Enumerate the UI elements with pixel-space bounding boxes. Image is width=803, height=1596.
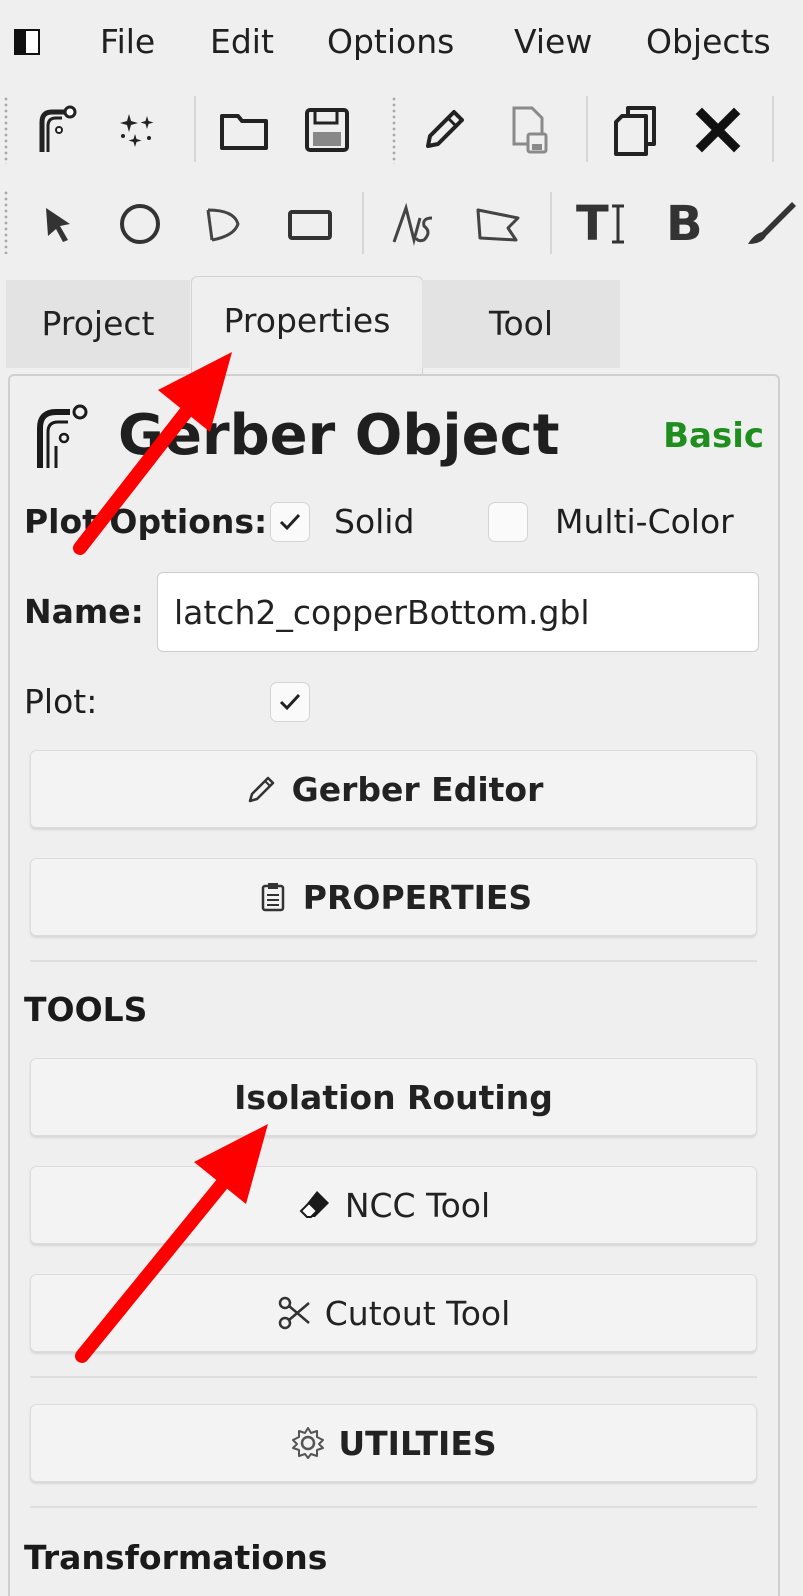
tools-heading: TOOLS bbox=[24, 990, 148, 1029]
menu-objects[interactable]: Objects bbox=[646, 22, 771, 62]
utilities-button[interactable]: UTILTIES bbox=[30, 1404, 757, 1482]
notebook-tabs: Project Properties Tool bbox=[0, 276, 803, 375]
properties-button[interactable]: PROPERTIES bbox=[30, 858, 757, 936]
save-icon[interactable] bbox=[297, 100, 357, 160]
open-folder-icon[interactable] bbox=[214, 100, 274, 160]
path-icon[interactable] bbox=[384, 194, 444, 254]
ncc-tool-button[interactable]: NCC Tool bbox=[30, 1166, 757, 1244]
menu-file[interactable]: File bbox=[100, 22, 155, 62]
transformations-heading[interactable]: Transformations bbox=[24, 1536, 327, 1580]
select-arrow-icon[interactable] bbox=[30, 194, 90, 254]
toolbar-separator bbox=[772, 96, 774, 162]
toolbar-grip[interactable] bbox=[4, 96, 8, 164]
bold-icon[interactable]: B bbox=[658, 194, 718, 254]
utilities-label: UTILTIES bbox=[338, 1423, 497, 1463]
app-icon bbox=[14, 29, 40, 55]
isolation-routing-button[interactable]: Isolation Routing bbox=[30, 1058, 757, 1136]
solid-checkbox[interactable] bbox=[270, 502, 310, 542]
paint-icon[interactable] bbox=[740, 194, 800, 254]
name-label: Name: bbox=[24, 592, 144, 631]
cutout-tool-label: Cutout Tool bbox=[324, 1293, 511, 1333]
section-divider bbox=[30, 960, 757, 962]
new-geometry-icon[interactable] bbox=[105, 100, 165, 160]
text-icon[interactable]: T bbox=[572, 194, 632, 254]
app-level-label[interactable]: Basic bbox=[663, 414, 764, 458]
polygon-icon[interactable] bbox=[468, 194, 528, 254]
menu-bar: File Edit Options View Objects bbox=[0, 0, 803, 82]
menu-view[interactable]: View bbox=[514, 22, 592, 62]
tab-tool[interactable]: Tool bbox=[422, 280, 620, 368]
delete-icon[interactable] bbox=[688, 100, 748, 160]
gear-icon bbox=[290, 1425, 326, 1461]
toolbar-file bbox=[0, 82, 803, 178]
scissors-icon bbox=[277, 1295, 313, 1331]
new-gerber-icon[interactable] bbox=[28, 100, 88, 160]
toolbar-draw: T B bbox=[0, 178, 803, 270]
plot-options-label: Plot Options: bbox=[24, 502, 268, 541]
gerber-object-icon bbox=[30, 404, 90, 470]
section-divider bbox=[30, 1506, 757, 1508]
gerber-editor-button[interactable]: Gerber Editor bbox=[30, 750, 757, 828]
bold-tool-label: B bbox=[666, 196, 703, 252]
circle-icon[interactable] bbox=[110, 194, 170, 254]
toolbar-grip[interactable] bbox=[4, 190, 8, 254]
properties-panel: Gerber Object Basic Plot Options: Solid … bbox=[8, 374, 780, 1596]
tab-project[interactable]: Project bbox=[6, 280, 190, 368]
menu-options[interactable]: Options bbox=[327, 22, 454, 62]
save-as-icon[interactable] bbox=[500, 100, 560, 160]
eraser-icon bbox=[297, 1187, 333, 1223]
solid-label: Solid bbox=[334, 502, 415, 541]
toolbar-separator bbox=[362, 192, 364, 254]
toolbar-grip[interactable] bbox=[392, 96, 396, 164]
name-input[interactable] bbox=[157, 572, 759, 652]
object-title: Gerber Object bbox=[118, 403, 560, 468]
arc-icon[interactable] bbox=[194, 194, 254, 254]
edit-pencil-icon[interactable] bbox=[414, 100, 474, 160]
toolbar-separator bbox=[550, 192, 552, 254]
gerber-editor-label: Gerber Editor bbox=[291, 769, 544, 809]
section-divider bbox=[30, 1376, 757, 1378]
cutout-tool-button[interactable]: Cutout Tool bbox=[30, 1274, 757, 1352]
plot-label: Plot: bbox=[24, 682, 98, 721]
properties-label: PROPERTIES bbox=[302, 877, 533, 917]
tab-properties[interactable]: Properties bbox=[191, 276, 423, 375]
multicolor-checkbox[interactable] bbox=[488, 502, 528, 542]
multicolor-label: Multi-Color bbox=[555, 502, 734, 541]
copy-icon[interactable] bbox=[606, 100, 666, 160]
pencil-icon bbox=[244, 771, 280, 807]
toolbar-separator bbox=[586, 96, 588, 162]
plot-checkbox[interactable] bbox=[270, 682, 310, 722]
rectangle-icon[interactable] bbox=[280, 194, 340, 254]
clipboard-icon bbox=[255, 879, 291, 915]
menu-edit[interactable]: Edit bbox=[210, 22, 274, 62]
ncc-tool-label: NCC Tool bbox=[344, 1185, 491, 1225]
isolation-routing-label: Isolation Routing bbox=[234, 1077, 553, 1117]
toolbar-separator bbox=[194, 96, 196, 162]
